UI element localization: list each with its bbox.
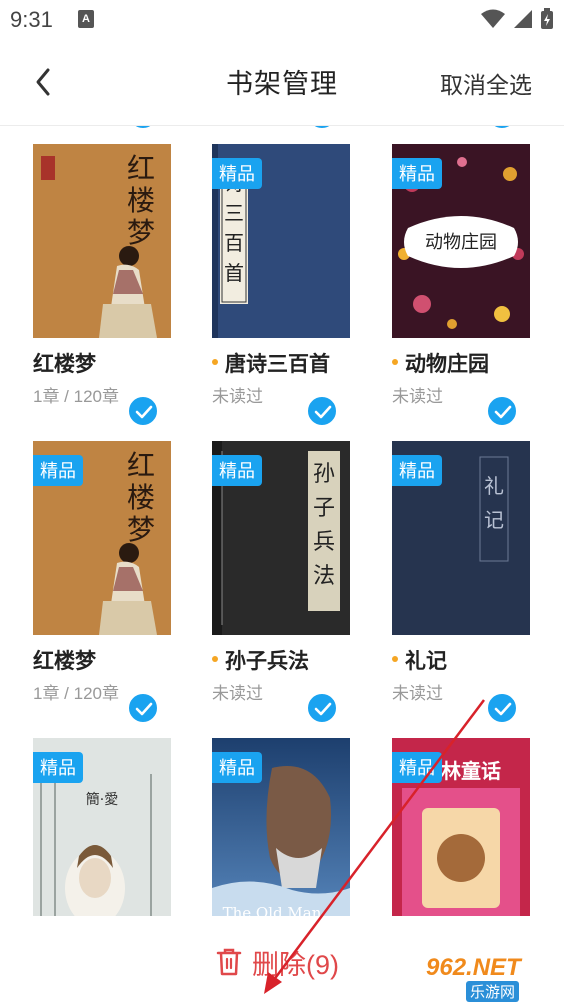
book-title: 红楼梦 bbox=[33, 650, 96, 673]
new-dot bbox=[212, 656, 218, 663]
book-cover[interactable]: 礼 记 精品 bbox=[392, 441, 530, 635]
new-dot bbox=[212, 359, 218, 366]
premium-badge: 精品 bbox=[392, 158, 442, 189]
book-title: 动物庄园 bbox=[392, 348, 489, 378]
cover-hlm: 红 楼 梦 bbox=[33, 144, 171, 338]
book-cover[interactable]: 孙 子 兵 法 精品 bbox=[212, 441, 350, 635]
back-button[interactable] bbox=[28, 62, 64, 102]
book-cover[interactable]: 红 楼 梦 精品 bbox=[33, 441, 171, 635]
premium-badge: 精品 bbox=[212, 158, 262, 189]
system-icons bbox=[480, 8, 554, 30]
svg-text:红: 红 bbox=[127, 449, 155, 482]
battery-icon bbox=[541, 8, 553, 29]
book-cover[interactable]: 红 楼 梦 bbox=[33, 144, 171, 338]
svg-text:兵: 兵 bbox=[313, 530, 335, 555]
selected-check-icon[interactable] bbox=[306, 126, 338, 130]
delete-button[interactable]: 删除(9) bbox=[216, 944, 339, 980]
svg-text:子: 子 bbox=[313, 496, 335, 521]
book-title: 孙子兵法 bbox=[212, 645, 309, 675]
svg-text:楼: 楼 bbox=[127, 481, 155, 514]
new-dot bbox=[392, 656, 398, 663]
premium-badge: 精品 bbox=[212, 455, 262, 486]
svg-text:The Old Man: The Old Man bbox=[223, 904, 322, 916]
chevron-left-icon bbox=[36, 68, 50, 96]
bookshelf-grid: 红 楼 梦 红楼梦 1章 / 120章 诗 三 百 首 bbox=[0, 126, 564, 916]
svg-text:记: 记 bbox=[484, 508, 504, 532]
book-cover[interactable]: The Old Man and the Sea 精品 bbox=[212, 738, 350, 916]
svg-text:三: 三 bbox=[224, 201, 244, 225]
selected-check-icon[interactable] bbox=[486, 395, 518, 427]
svg-text:簡·愛: 簡·愛 bbox=[86, 792, 118, 808]
book-cover[interactable]: 动物庄园 精品 bbox=[392, 144, 530, 338]
watermark-logo: 962.NET 乐游网 bbox=[426, 954, 558, 1002]
svg-text:礼: 礼 bbox=[484, 474, 504, 498]
trash-icon bbox=[216, 948, 242, 976]
premium-badge: 精品 bbox=[212, 752, 262, 783]
watermark-top: 962.NET bbox=[426, 954, 521, 981]
premium-badge: 精品 bbox=[33, 455, 83, 486]
selected-check-icon[interactable] bbox=[127, 692, 159, 724]
book-progress: 未读过 bbox=[212, 387, 263, 406]
svg-text:梦: 梦 bbox=[127, 216, 155, 249]
svg-text:梦: 梦 bbox=[127, 513, 155, 546]
selected-check-icon[interactable] bbox=[486, 692, 518, 724]
selected-check-icon[interactable] bbox=[486, 126, 518, 130]
delete-label: 删除(9) bbox=[252, 949, 339, 980]
svg-text:动物庄园: 动物庄园 bbox=[425, 232, 497, 253]
book-title: 红楼梦 bbox=[33, 353, 96, 376]
premium-badge: 精品 bbox=[33, 752, 83, 783]
svg-text:首: 首 bbox=[224, 261, 244, 285]
app-header: 书架管理 取消全选 bbox=[0, 40, 564, 126]
book-cover[interactable]: 簡·愛 精品 bbox=[33, 738, 171, 916]
book-progress: 1章 / 120章 bbox=[33, 387, 119, 406]
premium-badge: 精品 bbox=[392, 752, 442, 783]
book-progress: 未读过 bbox=[212, 684, 263, 703]
selected-check-icon[interactable] bbox=[306, 692, 338, 724]
book-title: 礼记 bbox=[392, 645, 447, 675]
book-progress: 1章 / 120章 bbox=[33, 684, 119, 703]
new-dot bbox=[392, 359, 398, 366]
svg-text:百: 百 bbox=[224, 231, 244, 255]
status-bar: 9:31 A bbox=[0, 0, 564, 40]
premium-badge: 精品 bbox=[392, 455, 442, 486]
watermark-bottom: 乐游网 bbox=[466, 981, 520, 1002]
wifi-icon bbox=[481, 9, 505, 28]
svg-text:孙: 孙 bbox=[313, 462, 335, 487]
selected-check-icon[interactable] bbox=[127, 126, 159, 130]
book-cover[interactable]: 格林童话 精品 bbox=[392, 738, 530, 916]
svg-text:楼: 楼 bbox=[127, 184, 155, 217]
status-time: 9:31 bbox=[10, 7, 53, 32]
delete-bar: 删除(9) 962.NET 乐游网 bbox=[0, 916, 564, 1004]
selected-check-icon[interactable] bbox=[306, 395, 338, 427]
book-title: 唐诗三百首 bbox=[212, 348, 330, 378]
selected-check-icon[interactable] bbox=[127, 395, 159, 427]
notification-icon: A bbox=[78, 10, 94, 28]
book-progress: 未读过 bbox=[392, 387, 443, 406]
book-progress: 未读过 bbox=[392, 684, 443, 703]
book-cover[interactable]: 诗 三 百 首 精品 bbox=[212, 144, 350, 338]
deselect-all-button[interactable]: 取消全选 bbox=[440, 66, 532, 100]
svg-text:红: 红 bbox=[127, 152, 155, 185]
svg-text:法: 法 bbox=[313, 564, 335, 589]
signal-icon bbox=[514, 10, 532, 28]
